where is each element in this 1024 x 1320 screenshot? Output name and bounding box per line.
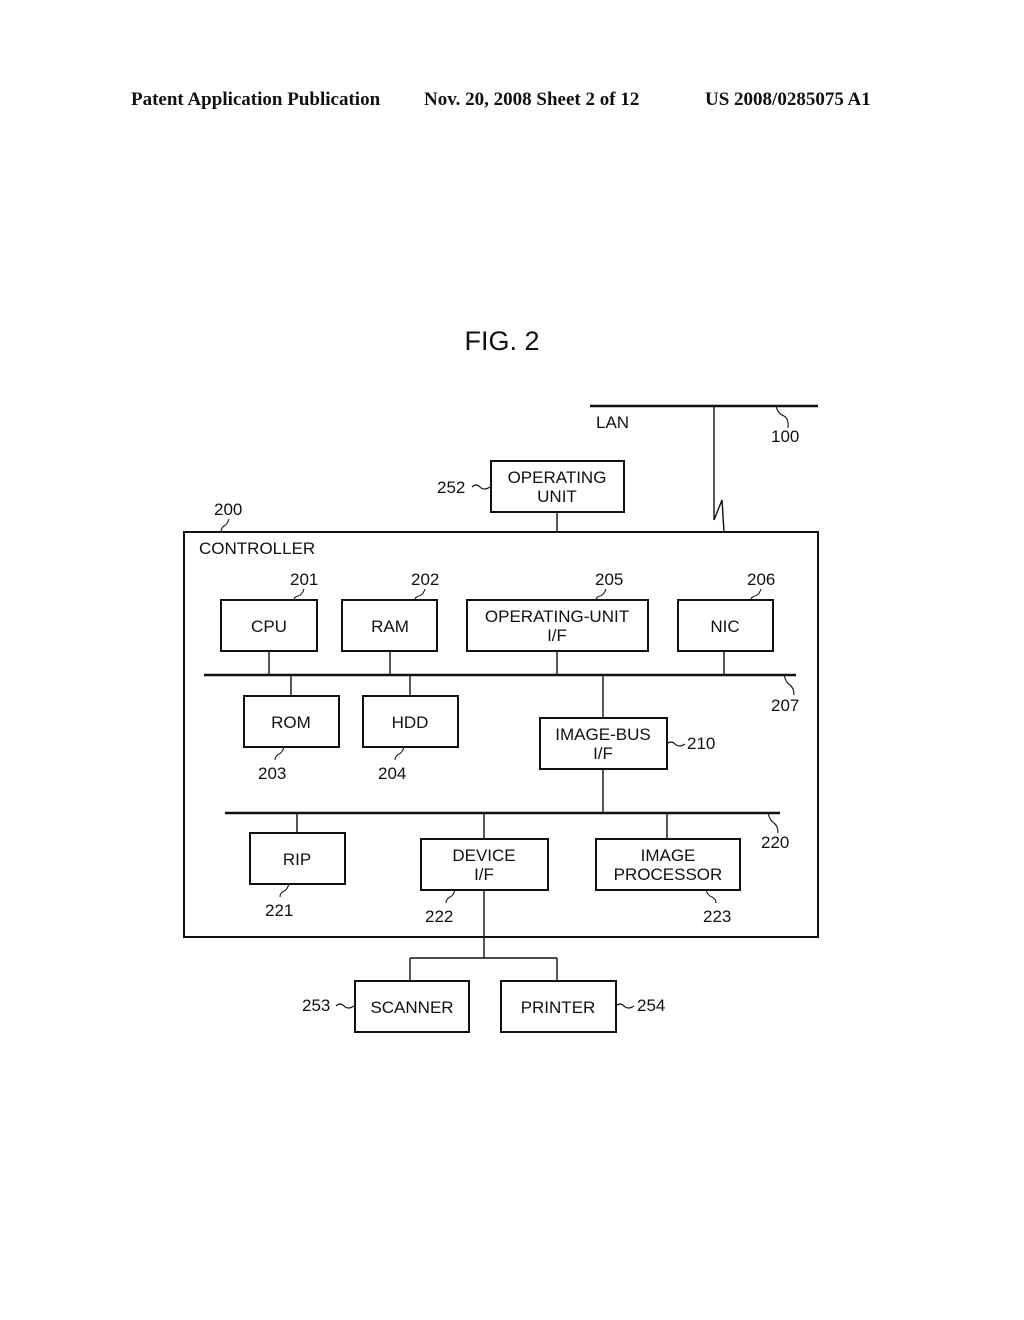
nic-label: NIC — [710, 617, 739, 636]
rip-ref: 221 — [265, 901, 293, 920]
rip-label: RIP — [283, 850, 311, 869]
controller-ref-leader — [220, 518, 230, 533]
system-bus-ref: 207 — [771, 696, 799, 715]
lan-label: LAN — [596, 413, 629, 432]
device-if-ref: 222 — [425, 907, 453, 926]
lan-ref-leader — [775, 405, 789, 429]
image-bus-if-label-1: IMAGE-BUS — [555, 725, 650, 744]
printer-ref: 254 — [637, 996, 665, 1015]
ram-label: RAM — [371, 617, 409, 636]
image-bus-if-label-2: I/F — [593, 744, 613, 763]
cpu-ref: 201 — [290, 570, 318, 589]
printer-label: PRINTER — [521, 998, 596, 1017]
lan-ref: 100 — [771, 427, 799, 446]
operating-unit-label-2: UNIT — [537, 487, 577, 506]
nic-ref: 206 — [747, 570, 775, 589]
hdd-ref: 204 — [378, 764, 406, 783]
figure-title: FIG. 2 — [464, 326, 539, 356]
device-if-label-2: I/F — [474, 865, 494, 884]
ram-ref: 202 — [411, 570, 439, 589]
operating-unit-ref: 252 — [437, 478, 465, 497]
operating-unit-ref-leader — [471, 484, 491, 490]
image-processor-ref: 223 — [703, 907, 731, 926]
device-if-label-1: DEVICE — [452, 846, 515, 865]
scanner-ref-leader — [335, 1003, 355, 1009]
block-diagram: FIG. 2 LAN 100 OPERATING UNIT 252 CONTRO… — [183, 326, 819, 1033]
rom-ref: 203 — [258, 764, 286, 783]
image-bus-ref: 220 — [761, 833, 789, 852]
image-processor-label-1: IMAGE — [641, 846, 696, 865]
scanner-ref: 253 — [302, 996, 330, 1015]
operating-unit-if-label-2: I/F — [547, 626, 567, 645]
hdd-label: HDD — [392, 713, 429, 732]
operating-unit-if-label-1: OPERATING-UNIT — [485, 607, 629, 626]
controller-label: CONTROLLER — [199, 539, 315, 558]
controller-ref: 200 — [214, 500, 242, 519]
operating-unit-if-ref: 205 — [595, 570, 623, 589]
operating-unit-label-1: OPERATING — [508, 468, 607, 487]
cpu-label: CPU — [251, 617, 287, 636]
lan-nic-connection — [713, 406, 725, 533]
image-processor-label-2: PROCESSOR — [614, 865, 723, 884]
rom-label: ROM — [271, 713, 311, 732]
printer-ref-leader — [615, 1003, 635, 1009]
image-bus-if-ref: 210 — [687, 734, 715, 753]
scanner-label: SCANNER — [370, 998, 453, 1017]
